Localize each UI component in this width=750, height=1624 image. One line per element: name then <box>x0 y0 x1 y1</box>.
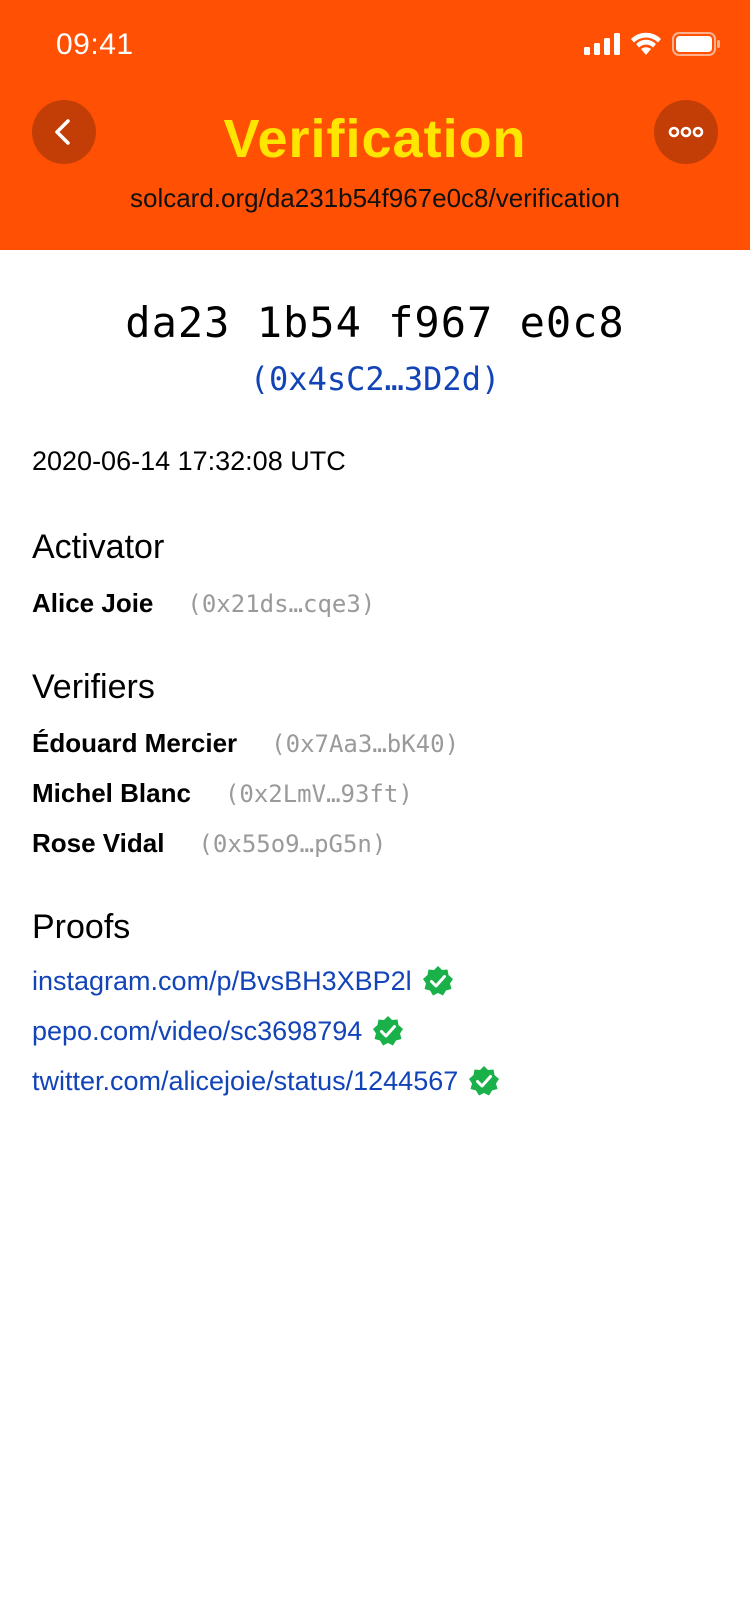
battery-icon <box>672 32 720 56</box>
verified-badge-icon <box>373 1016 404 1046</box>
card-id: da23 1b54 f967 e0c8 <box>125 298 625 347</box>
verifier-address[interactable]: (0x55o9…pG5n) <box>198 830 386 858</box>
verifier-row: Édouard Mercier (0x7Aa3…bK40) <box>32 728 459 759</box>
app-header: 09:41 Verification solcard.org/da231b54f… <box>0 0 750 250</box>
verifier-name: Rose Vidal <box>32 828 165 858</box>
page-url: solcard.org/da231b54f967e0c8/verificatio… <box>129 183 620 213</box>
verifier-address[interactable]: (0x7Aa3…bK40) <box>271 730 459 758</box>
card-address[interactable]: (0x4sC2…3D2d) <box>0 360 750 398</box>
status-time: 09:41 <box>56 28 134 61</box>
verifier-row: Michel Blanc (0x2LmV…93ft) <box>32 778 413 809</box>
proof-row: twitter.com/alicejoie/status/1244567 <box>32 1065 500 1097</box>
verifier-name: Édouard Mercier <box>32 728 238 758</box>
more-options-button[interactable] <box>654 100 718 164</box>
verifier-name: Michel Blanc <box>32 778 191 808</box>
proof-link[interactable]: twitter.com/alicejoie/status/1244567 <box>32 1066 458 1097</box>
wifi-icon <box>631 32 661 55</box>
verified-badge-icon <box>469 1066 500 1096</box>
activator-row: Alice Joie (0x21ds…cqe3) <box>32 588 375 619</box>
page-title: Verification <box>223 109 527 169</box>
verifiers-heading: Verifiers <box>32 668 155 706</box>
ellipsis-icon <box>668 126 704 138</box>
status-icons <box>584 32 720 56</box>
proof-row: instagram.com/p/BvsBH3XBP2l <box>32 965 454 997</box>
activator-address[interactable]: (0x21ds…cqe3) <box>187 590 375 618</box>
activator-name: Alice Joie <box>32 588 154 618</box>
proof-row: pepo.com/video/sc3698794 <box>32 1015 404 1047</box>
proof-link[interactable]: pepo.com/video/sc3698794 <box>32 1016 362 1047</box>
proof-link[interactable]: instagram.com/p/BvsBH3XBP2l <box>32 966 412 997</box>
verifier-address[interactable]: (0x2LmV…93ft) <box>225 780 413 808</box>
verifier-row: Rose Vidal (0x55o9…pG5n) <box>32 828 386 859</box>
activator-heading: Activator <box>32 528 165 566</box>
verification-timestamp: 2020-06-14 17:32:08 UTC <box>32 446 346 476</box>
proofs-heading: Proofs <box>32 908 131 946</box>
cellular-signal-icon <box>584 33 620 55</box>
verified-badge-icon <box>422 966 453 996</box>
